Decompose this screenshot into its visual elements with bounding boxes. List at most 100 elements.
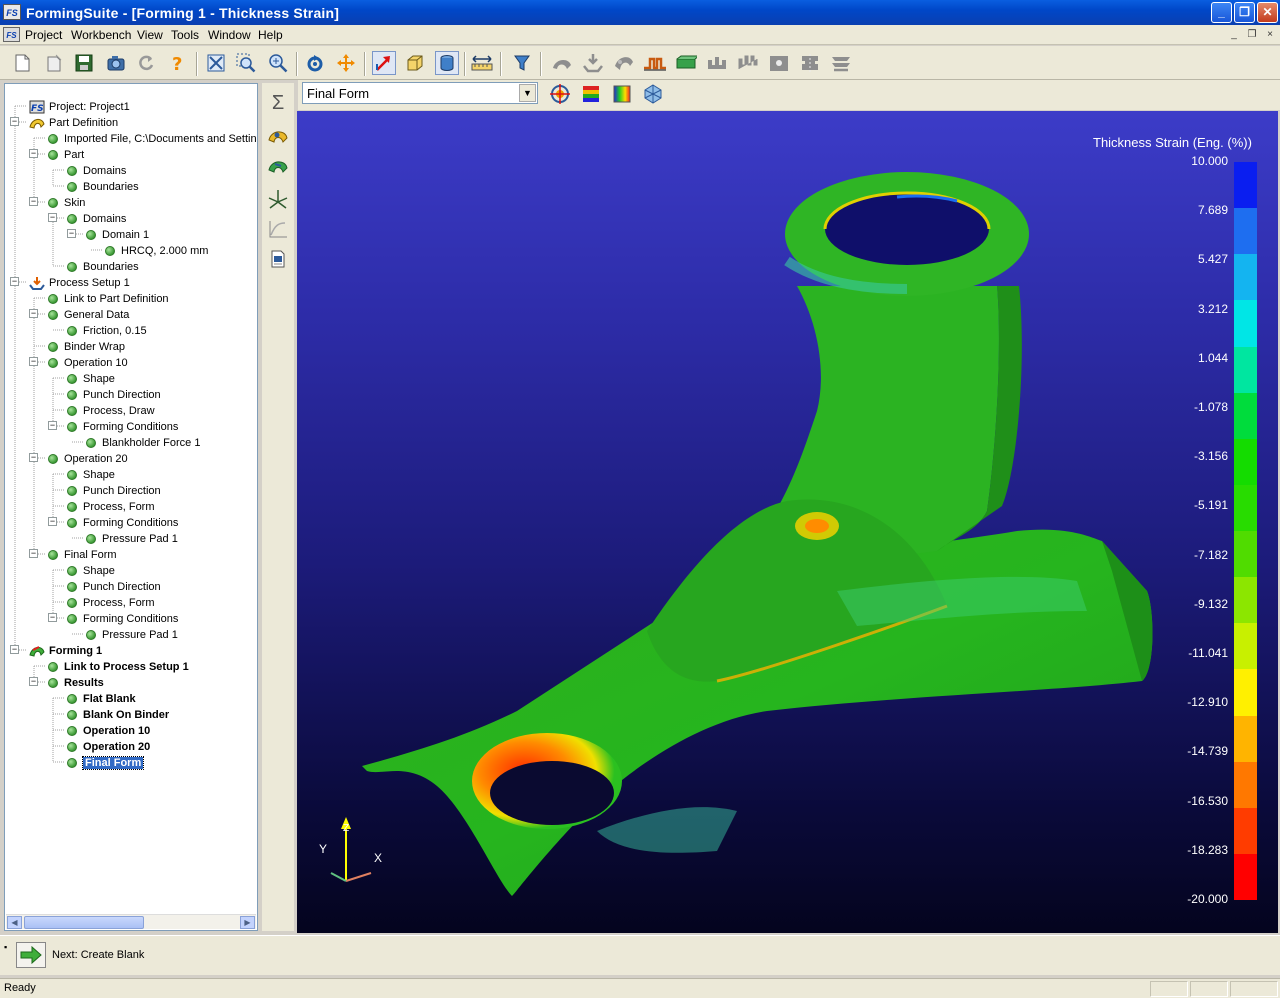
shape-icon[interactable] (550, 51, 574, 75)
tree-item[interactable]: Domains (67, 163, 126, 179)
close-button[interactable]: ✕ (1257, 2, 1278, 23)
report-icon[interactable] (266, 247, 290, 271)
filter-icon[interactable] (510, 51, 534, 75)
tree-item[interactable]: Operation 10 (67, 723, 150, 739)
chevron-down-icon[interactable]: ▼ (519, 84, 536, 102)
contour-bands-icon[interactable] (579, 82, 603, 106)
menu-window[interactable]: Window (208, 28, 251, 42)
tree-expander[interactable]: − (29, 357, 38, 366)
tree-item[interactable]: Imported File, C:\Documents and Settin (48, 131, 257, 147)
zoom-icon[interactable] (266, 51, 290, 75)
cylinder-view-icon[interactable] (435, 51, 459, 75)
maximize-button[interactable]: ❐ (1234, 2, 1255, 23)
measure-icon[interactable] (470, 51, 494, 75)
tree-item[interactable]: Shape (67, 563, 115, 579)
tree-item[interactable]: Process, Draw (67, 403, 155, 419)
arrow-select-icon[interactable] (372, 51, 396, 75)
help-icon[interactable]: ? (165, 51, 189, 75)
tree-expander[interactable]: − (48, 517, 57, 526)
zoom-window-icon[interactable] (234, 51, 258, 75)
tree-item[interactable]: Process Setup 1 (29, 275, 130, 291)
tree-expander[interactable]: − (48, 613, 57, 622)
next-step-button[interactable] (16, 942, 46, 968)
tree-item[interactable]: Process, Form (67, 595, 155, 611)
rotate-icon[interactable] (303, 51, 327, 75)
tree-item[interactable]: Operation 10 (48, 355, 128, 371)
curve-icon[interactable] (266, 217, 290, 241)
tree-item[interactable]: Process, Form (67, 499, 155, 515)
tree-item[interactable]: Operation 20 (67, 739, 150, 755)
tree-item[interactable]: Forming Conditions (67, 419, 178, 435)
tree-item[interactable]: Flat Blank (67, 691, 136, 707)
tree-expander[interactable]: − (10, 277, 19, 286)
axis-icon[interactable] (266, 187, 290, 211)
tree-item[interactable]: FS Project: Project1 (29, 99, 130, 115)
tree-item[interactable]: Forming Conditions (67, 611, 178, 627)
pads-icon[interactable] (736, 51, 760, 75)
tree-expander[interactable]: − (29, 149, 38, 158)
tree-item[interactable]: Part (48, 147, 84, 163)
skin-shape-icon[interactable] (266, 155, 290, 179)
box-view-icon[interactable] (403, 51, 427, 75)
stage-select[interactable]: Final Form ▼ (302, 82, 538, 104)
menu-project[interactable]: Project (25, 28, 62, 42)
tree-item[interactable]: Forming 1 (29, 643, 102, 659)
tree-item[interactable]: Domains (67, 211, 126, 227)
tree-item[interactable]: HRCQ, 2.000 mm (105, 243, 208, 259)
document-icon[interactable]: FS (3, 27, 20, 42)
tree-expander[interactable]: − (29, 309, 38, 318)
tree-item[interactable]: Part Definition (29, 115, 118, 131)
tree-item[interactable]: Friction, 0.15 (67, 323, 147, 339)
tree-item[interactable]: Blank On Binder (67, 707, 169, 723)
tree-item[interactable]: Operation 20 (48, 451, 128, 467)
mdi-minimize-button[interactable]: _ (1226, 28, 1242, 42)
camera-icon[interactable] (104, 51, 128, 75)
hole-icon[interactable] (767, 51, 791, 75)
tree-item[interactable]: Punch Direction (67, 483, 161, 499)
scroll-right-button[interactable]: ▶ (240, 916, 255, 929)
tree-item[interactable]: Punch Direction (67, 387, 161, 403)
tree-item[interactable]: Pressure Pad 1 (86, 531, 178, 547)
tree-expander[interactable]: − (10, 645, 19, 654)
color-map-icon[interactable] (610, 82, 634, 106)
target-icon[interactable] (548, 82, 572, 106)
tree-item[interactable]: Boundaries (67, 259, 139, 275)
tree-expander[interactable]: − (48, 213, 57, 222)
tree-item[interactable]: Punch Direction (67, 579, 161, 595)
blank-icon[interactable] (674, 51, 698, 75)
menu-help[interactable]: Help (258, 28, 283, 42)
refresh-icon[interactable] (134, 51, 158, 75)
punch-icon[interactable] (581, 51, 605, 75)
tree-expander[interactable]: − (67, 229, 76, 238)
mdi-restore-button[interactable]: ❐ (1244, 28, 1260, 42)
tree-item[interactable]: Final Form (48, 547, 117, 563)
tree-item[interactable]: Domain 1 (86, 227, 149, 243)
tree-expander[interactable]: − (29, 197, 38, 206)
scroll-thumb[interactable] (24, 916, 144, 929)
menu-workbench[interactable]: Workbench (71, 28, 131, 42)
tree-item[interactable]: Forming Conditions (67, 515, 178, 531)
tree-item[interactable]: Shape (67, 371, 115, 387)
mdi-close-button[interactable]: × (1262, 28, 1278, 42)
minimize-button[interactable]: _ (1211, 2, 1232, 23)
process-icon[interactable] (612, 51, 636, 75)
tree-item[interactable]: Skin (48, 195, 85, 211)
menu-tools[interactable]: Tools (171, 28, 199, 42)
tree-item[interactable]: Final Form (67, 755, 145, 771)
trim-icon[interactable] (798, 51, 822, 75)
tree-expander[interactable]: − (29, 677, 38, 686)
model-viewport[interactable]: Y X Z Thickness Strain (Eng. (%)) 10.000… (297, 111, 1278, 933)
fit-icon[interactable] (204, 51, 228, 75)
part-shape-icon[interactable] (266, 125, 290, 149)
tree-item[interactable]: Results (48, 675, 104, 691)
tree-expander[interactable]: − (10, 117, 19, 126)
new-icon[interactable] (10, 51, 34, 75)
menu-view[interactable]: View (137, 28, 163, 42)
tree-item[interactable]: Boundaries (67, 179, 139, 195)
tree-item[interactable]: Pressure Pad 1 (86, 627, 178, 643)
tree-item[interactable]: Binder Wrap (48, 339, 125, 355)
open-icon[interactable] (42, 51, 66, 75)
sum-icon[interactable]: Σ (266, 91, 290, 115)
save-icon[interactable] (72, 51, 96, 75)
tree-item[interactable]: Shape (67, 467, 115, 483)
